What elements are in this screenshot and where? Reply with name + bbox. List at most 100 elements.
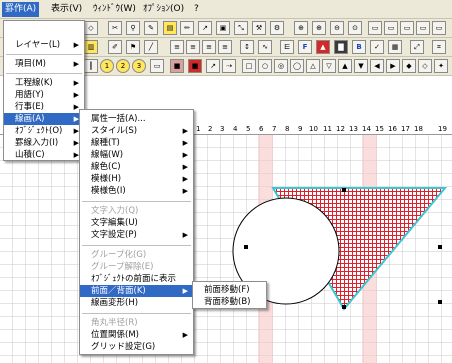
align-left-icon[interactable]: ≡ xyxy=(170,40,184,54)
menu-item-bring-forward[interactable]: 前面移動(F) xyxy=(193,284,266,296)
square-icon[interactable]: □ xyxy=(242,59,256,73)
num-circle-1[interactable]: 1 xyxy=(100,59,114,73)
pencil-icon[interactable]: ✏ xyxy=(180,21,194,35)
red-rect-icon[interactable]: ■ xyxy=(188,59,202,73)
menu-item-text-settings[interactable]: 文字設定(P) ▶ xyxy=(80,229,193,241)
check-icon[interactable]: ✓ xyxy=(370,40,384,54)
menu-item-stack[interactable]: 山積(C) ▶ xyxy=(4,149,84,161)
window-1-icon[interactable]: ▭ xyxy=(368,21,382,35)
stamp-icon[interactable]: ⚑ xyxy=(126,40,140,54)
selection-handle[interactable] xyxy=(244,245,248,249)
triangle-down-icon[interactable]: ▽ xyxy=(322,59,336,73)
rectangle-icon[interactable]: ▭ xyxy=(150,59,164,73)
zoom-fit-icon[interactable]: ⊕ xyxy=(294,21,308,35)
diamond-small-icon[interactable]: ◇ xyxy=(418,59,432,73)
menu-item-transform[interactable]: 線画変形(H) xyxy=(80,297,193,309)
zoom-arrow-icon[interactable]: ⤡ xyxy=(234,21,248,35)
paste-icon[interactable]: ▣ xyxy=(216,21,230,35)
connector-icon[interactable]: ⇢ xyxy=(222,59,236,73)
menu-item-events[interactable]: 行事(E) ▶ xyxy=(4,101,84,113)
menu-item-style[interactable]: スタイル(S) ▶ xyxy=(80,125,193,137)
settings-icon[interactable]: ⚙ xyxy=(270,21,284,35)
selection-handle[interactable] xyxy=(342,188,346,192)
ellipse-icon[interactable]: ◯ xyxy=(290,59,304,73)
menu-item-layer[interactable]: レイヤー(L) ▶ xyxy=(4,39,84,51)
selection-handle[interactable] xyxy=(438,245,442,249)
menu-view[interactable]: 表示(V) xyxy=(48,2,85,17)
circle-icon[interactable]: ○ xyxy=(258,59,272,73)
menu-file[interactable]: 罫作(A) xyxy=(2,2,40,17)
node-icon[interactable]: ⚲ xyxy=(126,21,140,35)
eraser-icon[interactable]: ◇ xyxy=(84,21,98,35)
menu-item-line-type[interactable]: 線種(T) ▶ xyxy=(80,137,193,149)
wave-icon[interactable]: ∿ xyxy=(258,40,272,54)
menu-item-line-color[interactable]: 線色(C) ▶ xyxy=(80,161,193,173)
menu-item-grid-settings[interactable]: グリッド設定(G) xyxy=(80,341,193,353)
menu-item-text-edit[interactable]: 文字編集(U) xyxy=(80,217,193,229)
window-5-icon[interactable]: ▭ xyxy=(432,21,446,35)
line-icon[interactable]: ╱ xyxy=(144,40,158,54)
menu-item-bulk-attributes[interactable]: 属性一括(A)... xyxy=(80,113,193,125)
menu-item-line-drawing[interactable]: 線画(A) ▶ xyxy=(4,113,84,125)
menu-item-pattern-color[interactable]: 模様色(I) ▶ xyxy=(80,185,193,197)
color-icon[interactable]: ▥ xyxy=(84,40,98,54)
tools-icon[interactable]: ⚒ xyxy=(252,21,266,35)
menu-item-bring-above-objects[interactable]: ｵﾌﾞｼﾞｪｸﾄの前面に表示 xyxy=(80,273,193,285)
triangle-icon[interactable]: △ xyxy=(306,59,320,73)
triangle-left-icon[interactable]: ◀ xyxy=(370,59,384,73)
menu-help[interactable]: ? xyxy=(191,2,202,17)
menu-separator xyxy=(6,73,82,74)
menu-item-terms[interactable]: 用語(Y) ▶ xyxy=(4,89,84,101)
bold-button[interactable]: B xyxy=(352,40,366,54)
selection-handle[interactable] xyxy=(438,300,442,304)
triangle-fill-down-icon[interactable]: ▼ xyxy=(354,59,368,73)
menu-item-item[interactable]: 項目(M) ▶ xyxy=(4,58,84,70)
cut-icon[interactable]: ✂ xyxy=(108,21,122,35)
menu-options[interactable]: ｵﾌﾟｼｮﾝ(O) xyxy=(140,2,187,17)
bar-icon[interactable]: ┃ xyxy=(84,59,98,73)
arrow-tool-icon[interactable]: ↗ xyxy=(198,21,212,35)
align-justify-icon[interactable]: ≡ xyxy=(218,40,232,54)
menu-item-process-line[interactable]: 工程線(K) ▶ xyxy=(4,77,84,89)
note-icon[interactable]: ▤ xyxy=(163,21,177,35)
zoom-out-icon[interactable]: ⊖ xyxy=(330,21,344,35)
num-circle-2[interactable]: 2 xyxy=(116,59,130,73)
brush-icon[interactable]: ✐ xyxy=(108,40,122,54)
star-icon[interactable]: ✦ xyxy=(434,59,448,73)
menu-item-line-width[interactable]: 線幅(W) ▶ xyxy=(80,149,193,161)
arrow-line-icon[interactable]: ↗ xyxy=(206,59,220,73)
selection-handle[interactable] xyxy=(342,305,346,309)
window-3-icon[interactable]: ▭ xyxy=(400,21,414,35)
window-2-icon[interactable]: ▭ xyxy=(384,21,398,35)
fill-rect-icon[interactable]: ■ xyxy=(170,59,184,73)
menu-item-front-back[interactable]: 前面／背面(K) ▶ xyxy=(80,285,193,297)
menu-item-pattern[interactable]: 模様(H) ▶ xyxy=(80,173,193,185)
diamond-icon[interactable]: ◆ xyxy=(402,59,416,73)
valign-icon[interactable]: ↕ xyxy=(240,40,254,54)
zoom-search-icon[interactable]: ⊙ xyxy=(348,21,362,35)
menu-item-position[interactable]: 位置関係(M) ▶ xyxy=(80,329,193,341)
text-color-icon[interactable]: ▲ xyxy=(316,40,330,54)
resize-icon[interactable]: ⤢ xyxy=(410,40,424,54)
link-icon[interactable]: ✎ xyxy=(144,21,158,35)
menu-window[interactable]: ｳｨﾝﾄﾞｳ(W) xyxy=(90,2,139,17)
ruler-number: 3 xyxy=(220,125,225,133)
num-circle-3[interactable]: 3 xyxy=(132,59,146,73)
triangle-fill-icon[interactable]: ▲ xyxy=(338,59,352,73)
align-right-icon[interactable]: ≡ xyxy=(202,40,216,54)
window-4-icon[interactable]: ▭ xyxy=(416,21,430,35)
drawing-canvas[interactable] xyxy=(0,135,452,363)
text-bg-icon[interactable]: ▇ xyxy=(334,40,348,54)
triangle-right-icon[interactable]: ▶ xyxy=(386,59,400,73)
node-edit-icon[interactable]: ⌗ xyxy=(432,40,446,54)
text-style-icon[interactable]: ⋿ xyxy=(280,40,294,54)
grid-icon[interactable]: ▦ xyxy=(388,40,402,54)
menu-item-label: レイヤー(L) xyxy=(15,40,61,50)
font-button[interactable]: F xyxy=(298,40,312,54)
menu-item-send-backward[interactable]: 背面移動(B) xyxy=(193,296,266,308)
dot-circle-icon[interactable]: ◎ xyxy=(274,59,288,73)
menu-item-object[interactable]: ｵﾌﾞｼﾞｪｸﾄ(O) ▶ xyxy=(4,125,84,137)
align-center-icon[interactable]: ≡ xyxy=(186,40,200,54)
zoom-in-icon[interactable]: ⊕ xyxy=(312,21,326,35)
menu-item-ruled-line[interactable]: 罫線入力(I) ▶ xyxy=(4,137,84,149)
